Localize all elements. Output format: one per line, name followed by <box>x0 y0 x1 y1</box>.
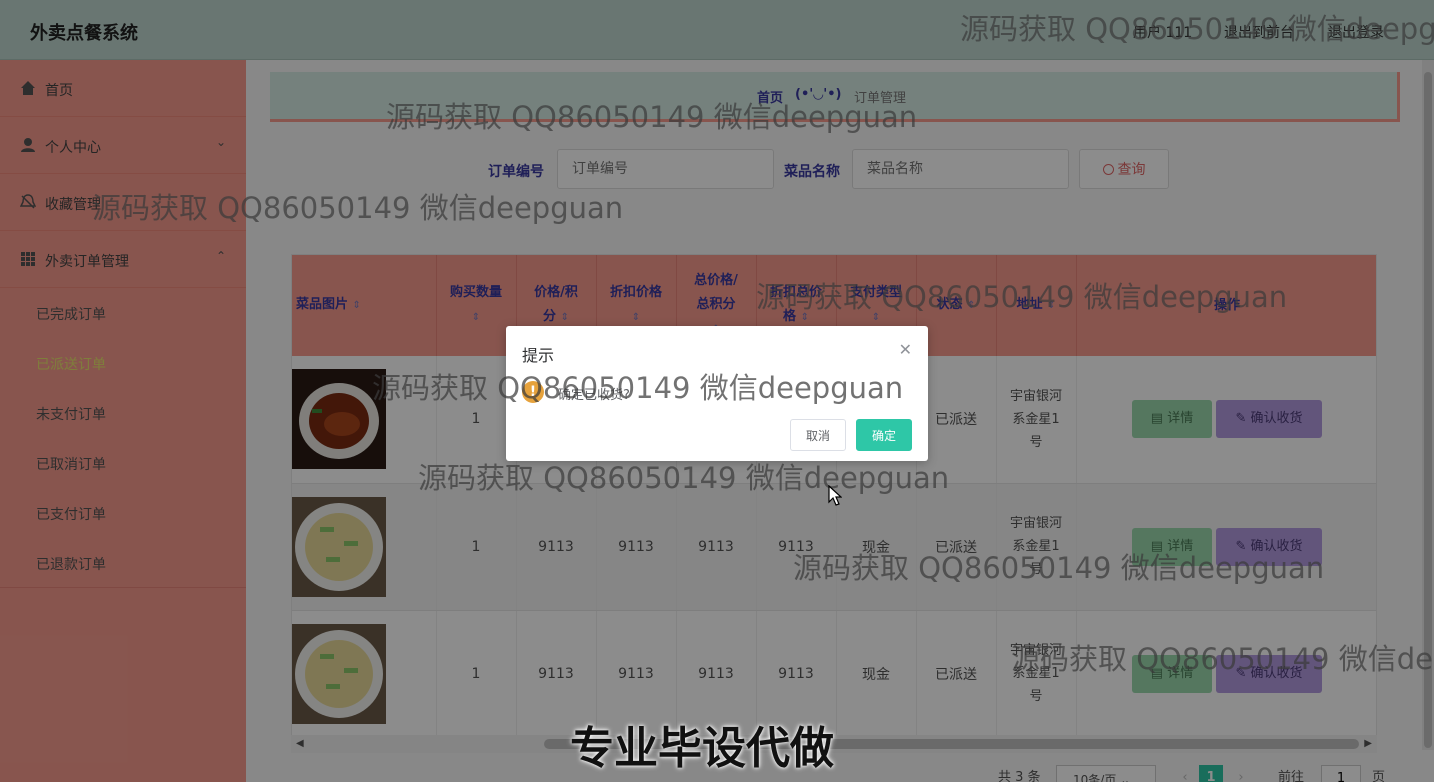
promo-banner-text: 专业毕设代做 <box>570 723 834 774</box>
dialog-title: 提示 <box>522 346 555 365</box>
warning-icon: ! <box>522 381 544 403</box>
close-icon[interactable]: ✕ <box>899 340 912 359</box>
ok-button[interactable]: 确定 <box>856 419 912 451</box>
cancel-button[interactable]: 取消 <box>790 419 846 451</box>
dialog-message: 确定已收货? <box>558 388 630 403</box>
confirm-dialog: 提示 ✕ ! 确定已收货? 取消 确定 <box>506 326 928 461</box>
mouse-cursor-icon <box>828 485 842 506</box>
